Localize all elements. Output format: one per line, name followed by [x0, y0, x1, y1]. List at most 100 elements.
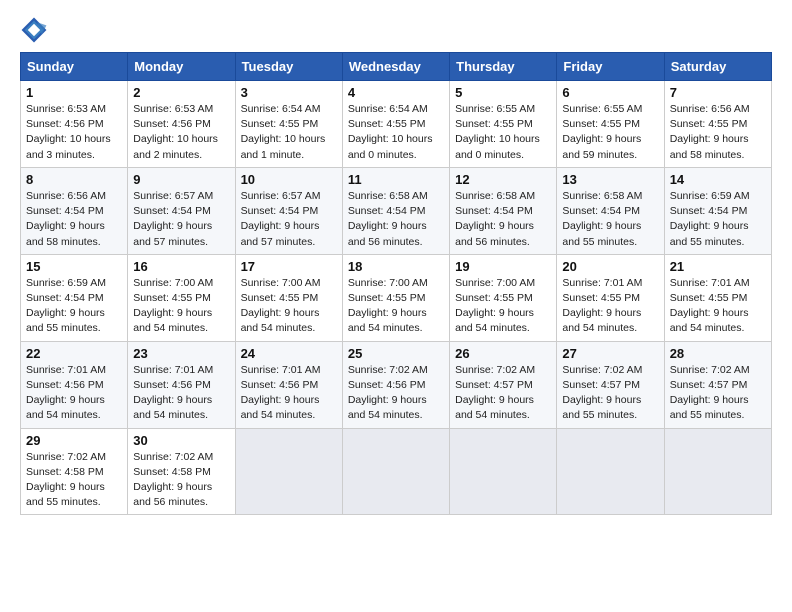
day-info: Sunrise: 6:58 AMSunset: 4:54 PMDaylight:…: [348, 189, 444, 250]
calendar-week-row: 29 Sunrise: 7:02 AMSunset: 4:58 PMDayligh…: [21, 428, 772, 515]
calendar-cell: 15Sunrise: 6:59 AMSunset: 4:54 PMDayligh…: [21, 254, 128, 341]
day-info: Sunrise: 7:00 AMSunset: 4:55 PMDaylight:…: [348, 276, 444, 337]
day-info: Sunrise: 6:55 AMSunset: 4:55 PMDaylight:…: [455, 102, 551, 163]
calendar-cell: 1 Sunrise: 6:53 AMSunset: 4:56 PMDaylight…: [21, 81, 128, 168]
calendar-cell: [557, 428, 664, 515]
day-info: Sunrise: 7:02 AMSunset: 4:57 PMDaylight:…: [670, 363, 766, 424]
col-header-wednesday: Wednesday: [342, 53, 449, 81]
calendar-cell: 17 Sunrise: 7:00 AMSunset: 4:55 PMDayligh…: [235, 254, 342, 341]
day-number: 7: [670, 85, 766, 100]
calendar-cell: 16Sunrise: 7:00 AMSunset: 4:55 PMDayligh…: [128, 254, 235, 341]
day-info: Sunrise: 6:56 AMSunset: 4:54 PMDaylight:…: [26, 189, 122, 250]
day-info: Sunrise: 6:56 AMSunset: 4:55 PMDaylight:…: [670, 102, 766, 163]
day-number: 22: [26, 346, 122, 361]
calendar-header-row: SundayMondayTuesdayWednesdayThursdayFrid…: [21, 53, 772, 81]
day-info: Sunrise: 7:00 AMSunset: 4:55 PMDaylight:…: [455, 276, 551, 337]
day-number: 19: [455, 259, 551, 274]
day-info: Sunrise: 6:53 AMSunset: 4:56 PMDaylight:…: [133, 102, 229, 163]
calendar-cell: 11 Sunrise: 6:58 AMSunset: 4:54 PMDayligh…: [342, 167, 449, 254]
calendar-week-row: 15Sunrise: 6:59 AMSunset: 4:54 PMDayligh…: [21, 254, 772, 341]
day-info: Sunrise: 6:58 AMSunset: 4:54 PMDaylight:…: [455, 189, 551, 250]
day-number: 1: [26, 85, 122, 100]
calendar-cell: 10 Sunrise: 6:57 AMSunset: 4:54 PMDayligh…: [235, 167, 342, 254]
day-number: 2: [133, 85, 229, 100]
calendar-cell: 20Sunrise: 7:01 AMSunset: 4:55 PMDayligh…: [557, 254, 664, 341]
day-number: 6: [562, 85, 658, 100]
calendar-week-row: 8 Sunrise: 6:56 AMSunset: 4:54 PMDaylight…: [21, 167, 772, 254]
day-info: Sunrise: 7:02 AMSunset: 4:58 PMDaylight:…: [133, 450, 229, 511]
day-number: 9: [133, 172, 229, 187]
page: SundayMondayTuesdayWednesdayThursdayFrid…: [0, 0, 792, 612]
day-info: Sunrise: 6:59 AMSunset: 4:54 PMDaylight:…: [670, 189, 766, 250]
calendar-cell: 14 Sunrise: 6:59 AMSunset: 4:54 PMDayligh…: [664, 167, 771, 254]
day-number: 17: [241, 259, 337, 274]
calendar-cell: 2 Sunrise: 6:53 AMSunset: 4:56 PMDaylight…: [128, 81, 235, 168]
calendar-cell: 18 Sunrise: 7:00 AMSunset: 4:55 PMDayligh…: [342, 254, 449, 341]
day-number: 16: [133, 259, 229, 274]
day-info: Sunrise: 6:57 AMSunset: 4:54 PMDaylight:…: [133, 189, 229, 250]
day-number: 10: [241, 172, 337, 187]
day-number: 30: [133, 433, 229, 448]
calendar-cell: 22 Sunrise: 7:01 AMSunset: 4:56 PMDayligh…: [21, 341, 128, 428]
calendar-cell: 5 Sunrise: 6:55 AMSunset: 4:55 PMDaylight…: [450, 81, 557, 168]
calendar-week-row: 1 Sunrise: 6:53 AMSunset: 4:56 PMDaylight…: [21, 81, 772, 168]
day-info: Sunrise: 7:01 AMSunset: 4:55 PMDaylight:…: [670, 276, 766, 337]
day-info: Sunrise: 6:53 AMSunset: 4:56 PMDaylight:…: [26, 102, 122, 163]
calendar-week-row: 22 Sunrise: 7:01 AMSunset: 4:56 PMDayligh…: [21, 341, 772, 428]
calendar-cell: 9 Sunrise: 6:57 AMSunset: 4:54 PMDaylight…: [128, 167, 235, 254]
calendar-cell: 28 Sunrise: 7:02 AMSunset: 4:57 PMDayligh…: [664, 341, 771, 428]
calendar-cell: 4 Sunrise: 6:54 AMSunset: 4:55 PMDaylight…: [342, 81, 449, 168]
calendar-cell: 24 Sunrise: 7:01 AMSunset: 4:56 PMDayligh…: [235, 341, 342, 428]
calendar-cell: [342, 428, 449, 515]
col-header-sunday: Sunday: [21, 53, 128, 81]
day-number: 25: [348, 346, 444, 361]
day-info: Sunrise: 7:01 AMSunset: 4:56 PMDaylight:…: [133, 363, 229, 424]
header: [20, 16, 772, 44]
day-number: 29: [26, 433, 122, 448]
calendar-table: SundayMondayTuesdayWednesdayThursdayFrid…: [20, 52, 772, 515]
calendar-cell: [450, 428, 557, 515]
calendar-cell: 23 Sunrise: 7:01 AMSunset: 4:56 PMDayligh…: [128, 341, 235, 428]
day-info: Sunrise: 6:55 AMSunset: 4:55 PMDaylight:…: [562, 102, 658, 163]
day-number: 4: [348, 85, 444, 100]
day-info: Sunrise: 7:02 AMSunset: 4:58 PMDaylight:…: [26, 450, 122, 511]
day-number: 24: [241, 346, 337, 361]
day-info: Sunrise: 7:00 AMSunset: 4:55 PMDaylight:…: [241, 276, 337, 337]
logo: [20, 16, 52, 44]
day-number: 8: [26, 172, 122, 187]
calendar-cell: [664, 428, 771, 515]
day-info: Sunrise: 7:02 AMSunset: 4:56 PMDaylight:…: [348, 363, 444, 424]
logo-icon: [20, 16, 48, 44]
day-number: 23: [133, 346, 229, 361]
day-number: 12: [455, 172, 551, 187]
calendar-cell: 27Sunrise: 7:02 AMSunset: 4:57 PMDayligh…: [557, 341, 664, 428]
day-info: Sunrise: 6:54 AMSunset: 4:55 PMDaylight:…: [348, 102, 444, 163]
col-header-friday: Friday: [557, 53, 664, 81]
calendar-cell: 25 Sunrise: 7:02 AMSunset: 4:56 PMDayligh…: [342, 341, 449, 428]
col-header-saturday: Saturday: [664, 53, 771, 81]
day-info: Sunrise: 7:01 AMSunset: 4:55 PMDaylight:…: [562, 276, 658, 337]
day-info: Sunrise: 7:01 AMSunset: 4:56 PMDaylight:…: [26, 363, 122, 424]
day-number: 5: [455, 85, 551, 100]
day-info: Sunrise: 7:02 AMSunset: 4:57 PMDaylight:…: [562, 363, 658, 424]
day-info: Sunrise: 6:54 AMSunset: 4:55 PMDaylight:…: [241, 102, 337, 163]
day-number: 21: [670, 259, 766, 274]
calendar-cell: 3Sunrise: 6:54 AMSunset: 4:55 PMDaylight…: [235, 81, 342, 168]
day-info: Sunrise: 6:57 AMSunset: 4:54 PMDaylight:…: [241, 189, 337, 250]
day-info: Sunrise: 7:02 AMSunset: 4:57 PMDaylight:…: [455, 363, 551, 424]
day-number: 28: [670, 346, 766, 361]
calendar-cell: 21 Sunrise: 7:01 AMSunset: 4:55 PMDayligh…: [664, 254, 771, 341]
col-header-tuesday: Tuesday: [235, 53, 342, 81]
calendar-cell: 29 Sunrise: 7:02 AMSunset: 4:58 PMDayligh…: [21, 428, 128, 515]
day-number: 15: [26, 259, 122, 274]
day-number: 11: [348, 172, 444, 187]
day-info: Sunrise: 6:58 AMSunset: 4:54 PMDaylight:…: [562, 189, 658, 250]
calendar-cell: 8 Sunrise: 6:56 AMSunset: 4:54 PMDaylight…: [21, 167, 128, 254]
calendar-cell: 7 Sunrise: 6:56 AMSunset: 4:55 PMDaylight…: [664, 81, 771, 168]
day-number: 14: [670, 172, 766, 187]
day-info: Sunrise: 7:01 AMSunset: 4:56 PMDaylight:…: [241, 363, 337, 424]
calendar-cell: 19 Sunrise: 7:00 AMSunset: 4:55 PMDayligh…: [450, 254, 557, 341]
calendar-cell: 26Sunrise: 7:02 AMSunset: 4:57 PMDayligh…: [450, 341, 557, 428]
day-number: 18: [348, 259, 444, 274]
col-header-thursday: Thursday: [450, 53, 557, 81]
